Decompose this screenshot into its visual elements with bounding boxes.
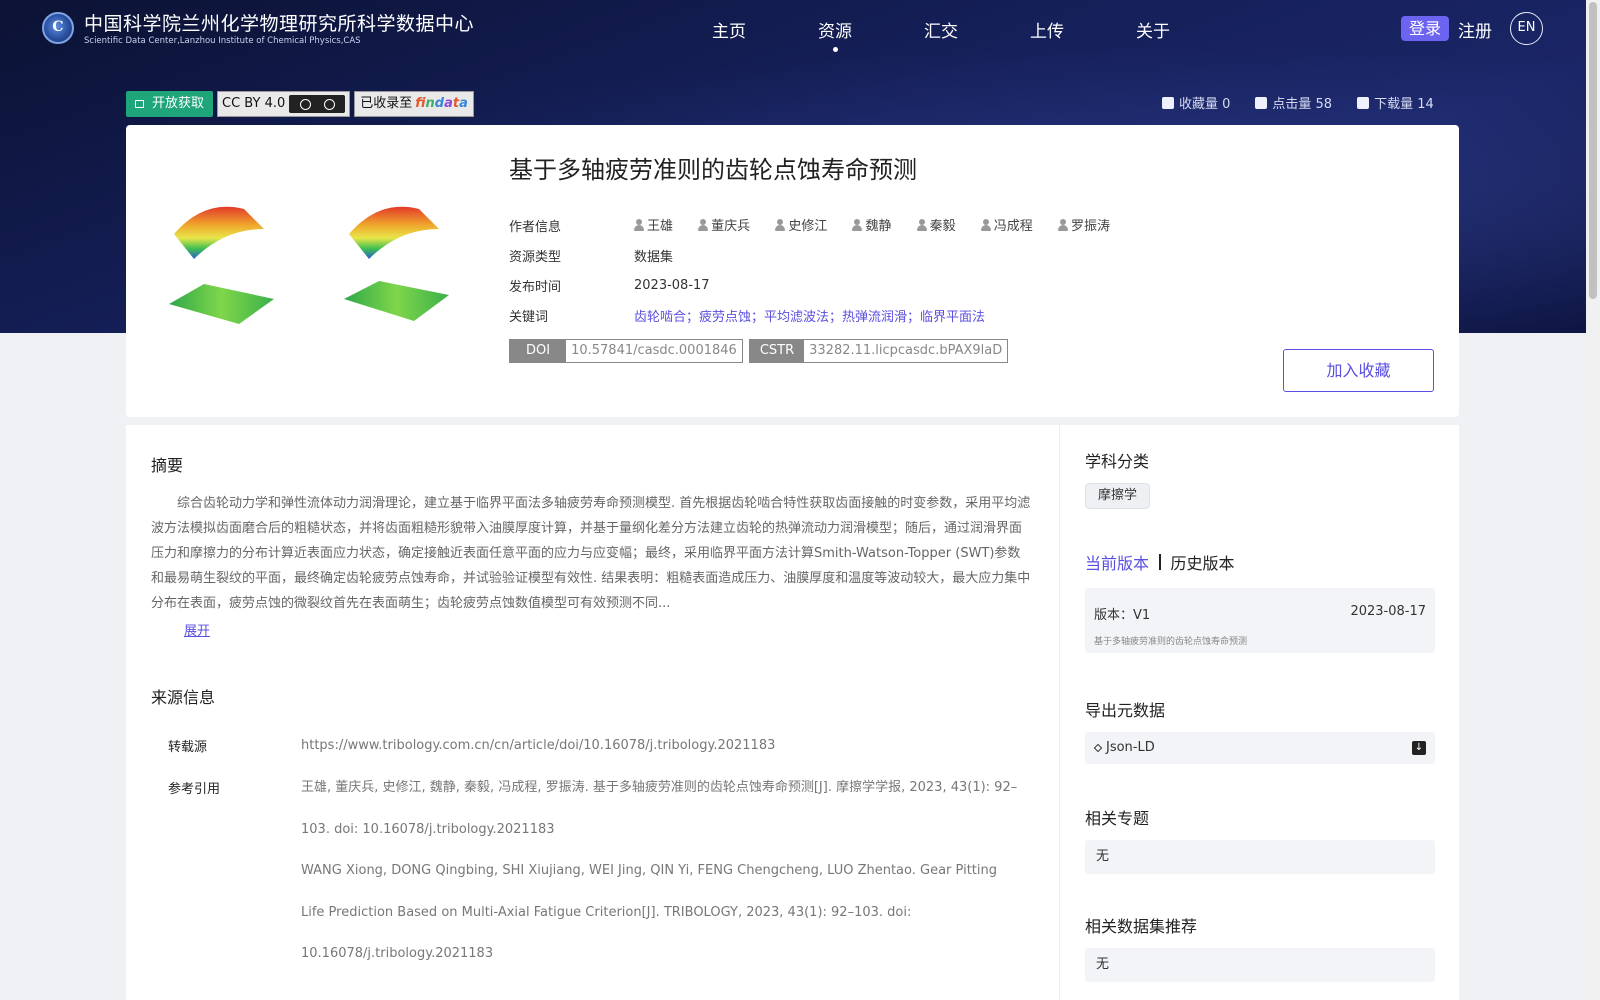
indexed-badge[interactable]: 已收录至findata bbox=[354, 91, 474, 117]
expand-link[interactable]: 展开 bbox=[184, 620, 210, 639]
license-badge[interactable]: CC BY 4.0 bbox=[217, 91, 351, 117]
citation-en: WANG Xiong, DONG Qingbing, SHI Xiujiang,… bbox=[301, 863, 997, 961]
badge-row: 开放获取 CC BY 4.0 已收录至findata bbox=[126, 91, 474, 117]
nav-resources[interactable]: 资源 bbox=[782, 17, 888, 52]
divider bbox=[1159, 554, 1161, 570]
cstr-badge[interactable]: CSTR 33282.11.licpcasdc.bPAX9laD bbox=[748, 339, 1009, 363]
author-link[interactable]: 秦毅 bbox=[916, 215, 956, 234]
resource-metadata: 作者信息 王雄 董庆兵 史修江 魏静 秦毅 冯成程 罗振涛 资源类型 数据集 发… bbox=[509, 210, 1131, 330]
doi-badge[interactable]: DOI 10.57841/casdc.0001846 bbox=[509, 339, 743, 363]
findata-logo: findata bbox=[415, 96, 468, 111]
views-count: 点击量 58 bbox=[1255, 93, 1332, 112]
site-name-english: Scientific Data Center,Lanzhou Institute… bbox=[84, 36, 361, 46]
citation-cn: 王雄, 董庆兵, 史修江, 魏静, 秦毅, 冯成程, 罗振涛. 基于多轴疲劳准则… bbox=[301, 780, 1018, 837]
eye-icon bbox=[1255, 96, 1268, 109]
meta-date: 发布时间 2023-08-17 bbox=[509, 277, 710, 295]
author-link[interactable]: 史修江 bbox=[775, 215, 827, 234]
site-name[interactable]: 中国科学院兰州化学物理研究所科学数据中心 bbox=[84, 9, 474, 36]
download-icon[interactable]: ↓ bbox=[1412, 741, 1426, 755]
person-icon bbox=[916, 218, 927, 231]
page-scrollbar[interactable] bbox=[1586, 0, 1600, 1000]
meta-authors: 作者信息 王雄 董庆兵 史修江 魏静 秦毅 冯成程 罗振涛 bbox=[509, 210, 1131, 240]
login-button[interactable]: 登录 bbox=[1401, 16, 1450, 41]
favorites-count: 收藏量 0 bbox=[1162, 93, 1230, 112]
resource-title: 基于多轴疲劳准则的齿轮点蚀寿命预测 bbox=[509, 156, 917, 184]
author-link[interactable]: 魏静 bbox=[852, 215, 891, 234]
bookmark-icon bbox=[1162, 96, 1174, 109]
tab-current-version[interactable]: 当前版本 bbox=[1085, 550, 1149, 574]
top-navigation: C 中国科学院兰州化学物理研究所科学数据中心 Scientific Data C… bbox=[0, 0, 1586, 60]
download-icon bbox=[1357, 96, 1370, 109]
open-access-badge: 开放获取 bbox=[126, 91, 214, 117]
author-link[interactable]: 罗振涛 bbox=[1057, 215, 1110, 234]
repost-url[interactable]: https://www.tribology.com.cn/cn/article/… bbox=[301, 725, 1021, 767]
export-title: 导出元数据 bbox=[1085, 701, 1166, 720]
citation-label: 参考引用 bbox=[168, 782, 221, 797]
language-switch-button[interactable]: EN bbox=[1510, 12, 1543, 45]
abstract-text: 综合齿轮动力学和弹性流体动力润滑理论，建立基于临界平面法多轴疲劳寿命预测模型. … bbox=[151, 496, 1031, 611]
subject-title: 学科分类 bbox=[1085, 452, 1150, 471]
person-icon bbox=[1057, 218, 1068, 231]
topics-title: 相关专题 bbox=[1085, 809, 1150, 828]
recommend-title: 相关数据集推荐 bbox=[1085, 917, 1198, 936]
nav-about[interactable]: 关于 bbox=[1100, 17, 1206, 42]
add-favorite-button[interactable]: 加入收藏 bbox=[1283, 349, 1434, 392]
creative-commons-icon bbox=[289, 95, 346, 113]
institute-logo-icon[interactable]: C bbox=[42, 12, 74, 44]
person-icon bbox=[634, 218, 644, 231]
version-card[interactable]: 版本：V1 2023-08-17 基于多轴疲劳准则的齿轮点蚀寿命预测 bbox=[1085, 588, 1435, 653]
nav-submit[interactable]: 汇交 bbox=[888, 17, 994, 42]
resource-card: 基于多轴疲劳准则的齿轮点蚀寿命预测 作者信息 王雄 董庆兵 史修江 魏静 秦毅 … bbox=[126, 125, 1459, 417]
tab-history-version[interactable]: 历史版本 bbox=[1171, 550, 1235, 574]
abstract-title: 摘要 bbox=[151, 456, 184, 475]
repost-label: 转载源 bbox=[168, 740, 208, 755]
nav-upload[interactable]: 上传 bbox=[994, 17, 1100, 42]
keyword-links[interactable]: 齿轮啮合；疲劳点蚀；平均滤波法；热弹流润滑；临界平面法 bbox=[634, 306, 985, 325]
source-title: 来源信息 bbox=[151, 688, 216, 707]
subject-tag[interactable]: 摩擦学 bbox=[1085, 483, 1151, 509]
meta-keywords: 关键词 齿轮啮合；疲劳点蚀；平均滤波法；热弹流润滑；临界平面法 bbox=[509, 300, 1131, 330]
author-link[interactable]: 冯成程 bbox=[980, 215, 1033, 234]
author-link[interactable]: 董庆兵 bbox=[698, 215, 750, 234]
person-icon bbox=[980, 218, 991, 231]
diamond-icon bbox=[1093, 743, 1103, 753]
identifier-row: DOI 10.57841/casdc.0001846 CSTR 33282.11.l… bbox=[509, 339, 1009, 363]
meta-type: 资源类型 数据集 bbox=[509, 249, 674, 265]
main-nav: 主页 资源 汇交 上传 关于 bbox=[676, 17, 1206, 52]
topics-value: 无 bbox=[1085, 840, 1435, 874]
author-link[interactable]: 王雄 bbox=[634, 215, 673, 234]
person-icon bbox=[852, 218, 863, 231]
recommend-value: 无 bbox=[1085, 948, 1435, 982]
version-tabs: 当前版本 历史版本 bbox=[1085, 550, 1235, 574]
person-icon bbox=[698, 218, 709, 231]
resource-thumbnail[interactable] bbox=[159, 199, 459, 339]
scrollbar-thumb[interactable] bbox=[1589, 2, 1597, 299]
unlock-icon bbox=[135, 100, 144, 108]
right-sidebar: 学科分类 摩擦学 当前版本 历史版本 版本：V1 2023-08-17 基于多轴… bbox=[1059, 425, 1459, 1000]
main-content: 摘要 综合齿轮动力学和弹性流体动力润滑理论，建立基于临界平面法多轴疲劳寿命预测模… bbox=[126, 425, 1059, 1000]
register-link[interactable]: 注册 bbox=[1458, 17, 1492, 42]
person-icon bbox=[775, 218, 786, 231]
export-format-select[interactable]: Json-LD ↓ bbox=[1085, 732, 1435, 764]
resource-stats: 收藏量 0 点击量 58 下载量 14 bbox=[1162, 93, 1434, 112]
downloads-count: 下载量 14 bbox=[1357, 93, 1434, 112]
nav-home[interactable]: 主页 bbox=[676, 17, 782, 42]
